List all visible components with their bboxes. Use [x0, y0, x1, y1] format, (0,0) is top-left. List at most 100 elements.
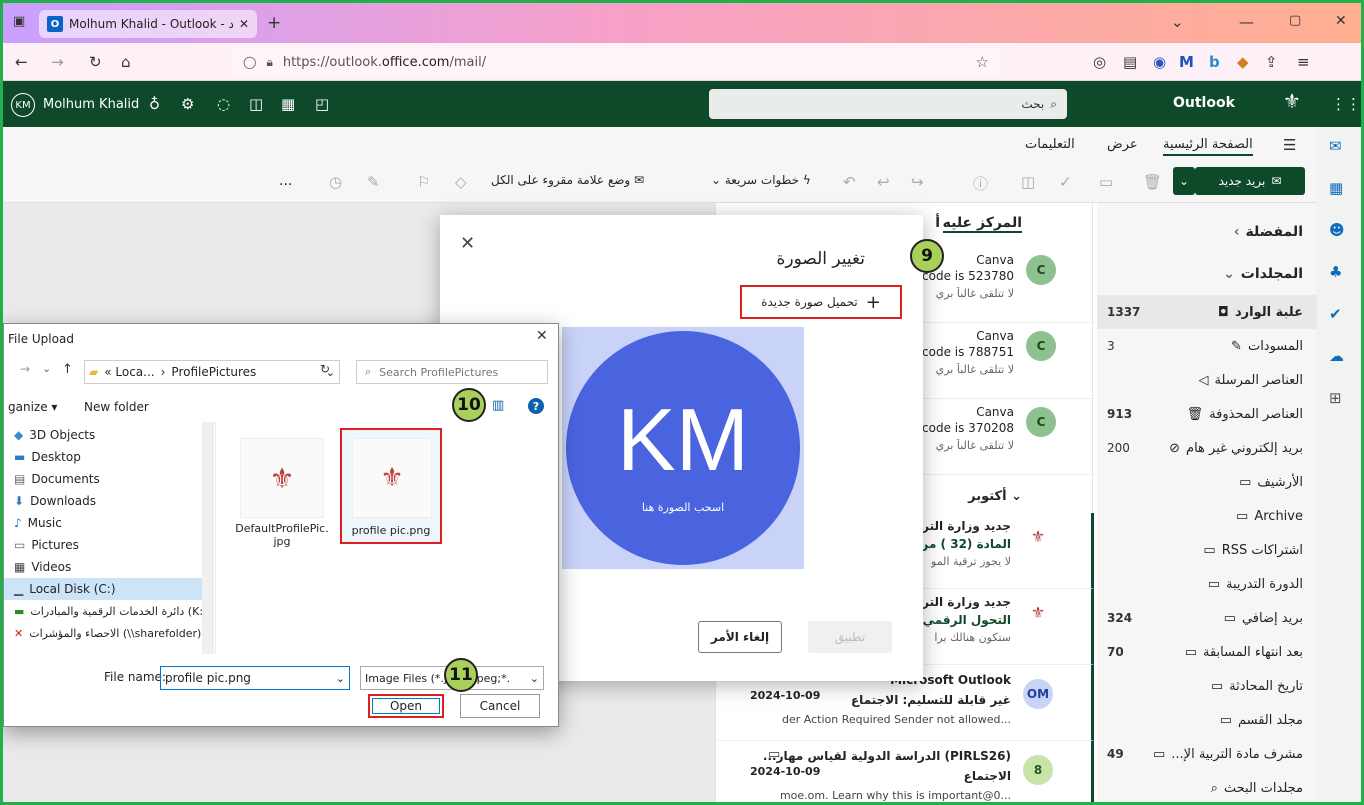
view-icon[interactable]: ▥	[492, 398, 504, 413]
nav-item-documents[interactable]: ▤ Documents	[4, 468, 202, 490]
refresh-icon[interactable]: ↻	[320, 362, 330, 376]
list-item[interactable]: 8 (PIRLS26) الدراسة الدولية لقياس مهار..…	[716, 741, 1094, 802]
folder-item-supervisor[interactable]: 49 مشرف مادة التربية الإ... ▭	[1097, 737, 1317, 771]
nav-item-desktop[interactable]: ▬ Desktop	[4, 446, 202, 468]
close-window-icon[interactable]: ✕	[1335, 13, 1347, 29]
tag-icon[interactable]: ◇	[455, 173, 467, 191]
folder-item-rss[interactable]: اشتراكات RSS ▭	[1097, 533, 1317, 567]
bookmark-star-icon[interactable]: ☆	[976, 53, 989, 71]
nav-item-pictures[interactable]: ▭ Pictures	[4, 534, 202, 556]
snooze-icon[interactable]: ◷	[329, 173, 342, 191]
move-icon[interactable]: ◫	[1021, 173, 1035, 191]
file-item-selected[interactable]: ⚜ profile pic.png	[340, 428, 442, 544]
back-icon[interactable]: →	[20, 362, 30, 376]
pin-icon[interactable]: ✎	[367, 173, 380, 191]
help-icon[interactable]: ?	[528, 398, 544, 414]
menu-icon[interactable]: ≡	[1297, 53, 1310, 71]
reply-icon[interactable]: ↶	[843, 173, 856, 191]
tab-view[interactable]: عرض	[1107, 137, 1138, 152]
nav-item-network-k[interactable]: ▬ دائرة الخدمات الرقمية والمبادرات (K:)	[4, 600, 202, 622]
open-button[interactable]: Open	[368, 694, 444, 718]
close-icon[interactable]: ✕	[460, 233, 475, 254]
nav-item-sharefolder[interactable]: ✕ الاحصاء والمؤشرات (\\sharefolder) (	[4, 622, 202, 644]
file-item[interactable]: ⚜ DefaultProfilePic.jpg	[235, 438, 329, 578]
close-icon[interactable]: ✕	[536, 328, 548, 344]
folders-header[interactable]: المجلدات ⌄	[1097, 257, 1317, 291]
favorites-header[interactable]: المفضلة ›	[1097, 215, 1317, 249]
app-launcher-icon[interactable]: ⋮⋮	[1331, 95, 1361, 113]
m-extension-icon[interactable]: M	[1179, 53, 1194, 71]
tab-other[interactable]: أ	[935, 215, 940, 231]
apply-button[interactable]: تطبيق	[808, 621, 892, 653]
upload-new-photo-button[interactable]: تحميل صورة جديدة +	[740, 285, 902, 319]
chevron-down-icon[interactable]: ⌄	[42, 362, 51, 375]
new-mail-button[interactable]: بريد جديد ✉	[1195, 167, 1305, 195]
folder-item-training[interactable]: الدورة التدريبة ▭	[1097, 567, 1317, 601]
feedback-icon[interactable]: ◫	[249, 95, 263, 113]
more-actions-button[interactable]: ...	[279, 173, 292, 189]
folder-item-dept[interactable]: مجلد القسم ▭	[1097, 703, 1317, 737]
nav-item-local-disk[interactable]: ▁ Local Disk (C:)	[4, 578, 202, 600]
mark-all-read-button[interactable]: ✉ وضع علامة مقروء على الكل	[491, 173, 644, 187]
share-icon[interactable]: ⇪	[1265, 53, 1278, 71]
folder-item-after-contest[interactable]: 70 بعد انتهاء المسابقة ▭	[1097, 635, 1317, 669]
file-name-input[interactable]: profile pic.png ⌄	[160, 666, 350, 690]
tab-home[interactable]: الصفحة الرئيسية	[1163, 137, 1253, 156]
forward-icon[interactable]: →	[51, 53, 64, 71]
groups-app-icon[interactable]: ♣	[1329, 263, 1342, 281]
folder-item-sent[interactable]: العناصر المرسلة ◁	[1097, 363, 1317, 397]
search-input[interactable]: ⌕ Search ProfilePictures	[356, 360, 548, 384]
tab-help[interactable]: التعليمات	[1025, 137, 1075, 152]
calendar-app-icon[interactable]: ▦	[1329, 179, 1343, 197]
todo-app-icon[interactable]: ✔	[1329, 305, 1342, 323]
addon-icon[interactable]: ◆	[1237, 53, 1249, 71]
cancel-button[interactable]: Cancel	[460, 694, 540, 718]
notes-icon[interactable]: ▦	[281, 95, 295, 113]
forward-mail-icon[interactable]: ↪	[911, 173, 924, 191]
report-icon[interactable]: ⓘ	[973, 173, 988, 194]
minimize-icon[interactable]: —	[1239, 13, 1254, 31]
folder-item-deleted[interactable]: 913 العناصر المحذوفة 🗑︎	[1097, 397, 1317, 431]
extension-icon[interactable]: ◉	[1153, 53, 1166, 71]
nav-item-3d-objects[interactable]: ◆ 3D Objects	[4, 424, 202, 446]
path-bar[interactable]: ▰ « Loca... › ProfilePictures ⌄	[84, 360, 340, 384]
restore-icon[interactable]: ▢	[1289, 13, 1301, 28]
reload-icon[interactable]: ↻	[89, 53, 102, 71]
search-input[interactable]: بحث ⌕	[709, 89, 1067, 119]
nav-scrollbar[interactable]	[202, 422, 214, 654]
flag-icon[interactable]: ⚐	[417, 173, 430, 191]
user-name[interactable]: Molhum Khalid	[43, 97, 139, 112]
settings-gear-icon[interactable]: ⚙	[181, 95, 194, 113]
folder-item-extra[interactable]: 324 بريد إضافي ▭	[1097, 601, 1317, 635]
tips-icon[interactable]: ♁	[149, 95, 160, 113]
delete-icon[interactable]: 🗑︎	[1143, 173, 1162, 191]
browser-tab[interactable]: O Molhum Khalid - Outlook - البريد ✕	[39, 10, 257, 38]
cancel-button[interactable]: إلغاء الأمر	[698, 621, 782, 653]
more-apps-icon[interactable]: ⊞	[1329, 389, 1342, 407]
mail-app-icon[interactable]: ✉	[1329, 137, 1342, 155]
nav-item-downloads[interactable]: ⬇ Downloads	[4, 490, 202, 512]
reply-all-icon[interactable]: ↩	[877, 173, 890, 191]
new-tab-icon[interactable]: +	[267, 13, 281, 33]
section-header-october[interactable]: أكتوبر ⌄	[968, 489, 1022, 504]
folder-item-junk[interactable]: 200 بريد إلكتروني غير هام ⊘	[1097, 431, 1317, 465]
bell-icon[interactable]: ◌	[217, 95, 230, 113]
back-icon[interactable]: ←	[15, 53, 28, 71]
folder-item-search[interactable]: مجلدات البحث ⌕	[1097, 771, 1317, 802]
pocket-icon[interactable]: ◎	[1093, 53, 1106, 71]
tab-list-icon[interactable]: ▣	[13, 14, 25, 29]
new-folder-button[interactable]: New folder	[84, 400, 149, 414]
chevron-down-icon[interactable]: ⌄	[1171, 13, 1184, 31]
b-extension-icon[interactable]: b	[1209, 53, 1220, 71]
hamburger-icon[interactable]: ☰	[1283, 136, 1296, 154]
close-tab-icon[interactable]: ✕	[239, 17, 249, 31]
address-bar[interactable]: ◯ 🔒︎ https://outlook.office.com/mail/ ☆	[231, 49, 1001, 75]
folder-item-history[interactable]: تاريخ المحادثة ▭	[1097, 669, 1317, 703]
photo-drop-zone[interactable]: KM اسحب الصورة هنا	[562, 327, 804, 569]
folder-item-archive[interactable]: Archive ▭	[1097, 499, 1317, 533]
organize-button[interactable]: ganize ▾	[8, 400, 57, 414]
folder-item-inbox[interactable]: 1337 علبة الوارد ◘	[1097, 295, 1317, 329]
folder-item-archive-ar[interactable]: الأرشيف ▭	[1097, 465, 1317, 499]
new-mail-dropdown[interactable]: ⌄	[1173, 167, 1195, 195]
up-arrow-icon[interactable]: ↑	[62, 362, 73, 377]
